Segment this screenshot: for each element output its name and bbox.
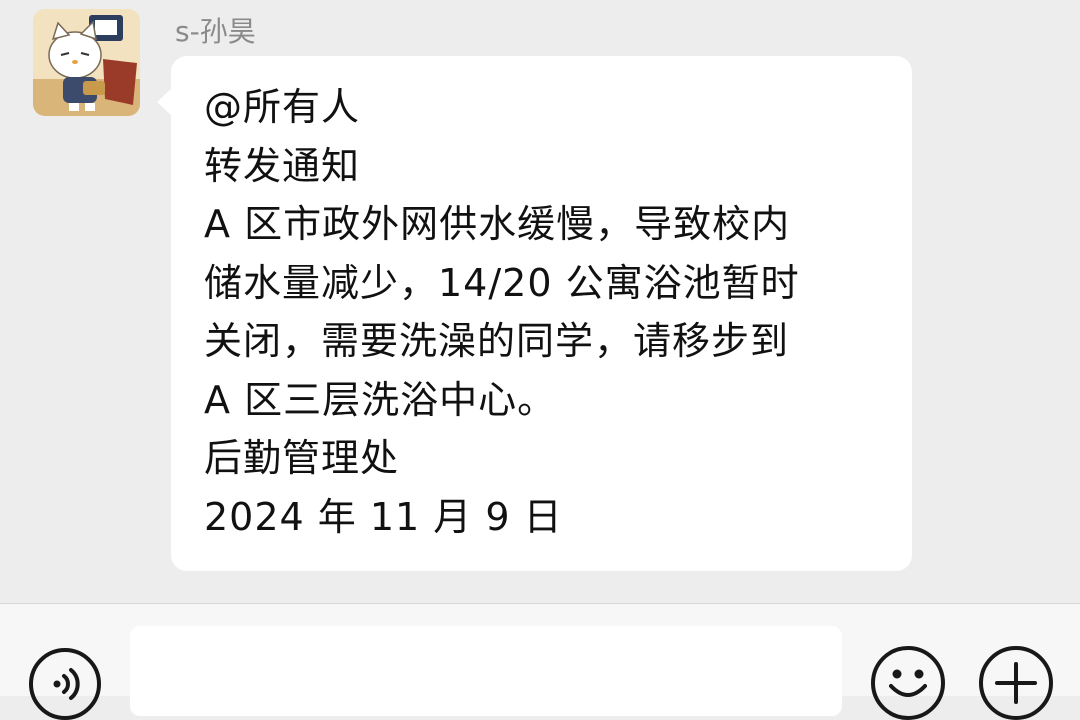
input-bar — [0, 604, 1080, 720]
more-button[interactable] — [979, 646, 1053, 720]
emoji-button[interactable] — [871, 646, 945, 720]
plus-icon — [995, 662, 1037, 704]
message-line: A 区市政外网供水缓慢，导致校内 — [204, 202, 791, 246]
chat-area: s-孙昊 @所有人 转发通知 A 区市政外网供水缓慢，导致校内 储水量减少，14… — [0, 0, 1080, 603]
message-bubble[interactable]: @所有人 转发通知 A 区市政外网供水缓慢，导致校内 储水量减少，14/20 公… — [157, 56, 912, 571]
message-line: 2024 年 11 月 9 日 — [204, 494, 563, 539]
voice-icon — [53, 668, 80, 700]
emoji-icon — [889, 669, 927, 697]
voice-button[interactable] — [29, 648, 101, 720]
message-input[interactable] — [130, 626, 842, 716]
sender-name: s-孙昊 — [175, 15, 256, 48]
message-line: 转发通知 — [204, 143, 361, 188]
cat-avatar-icon — [33, 9, 140, 116]
avatar[interactable] — [33, 9, 140, 116]
message-line: 关闭，需要洗澡的同学，请移步到 — [204, 319, 790, 363]
message-line: 储水量减少，14/20 公寓浴池暂时 — [204, 260, 800, 305]
message-line: 后勤管理处 — [204, 436, 400, 480]
message-line: @所有人 — [204, 85, 361, 129]
message-line: A 区三层洗浴中心。 — [204, 377, 557, 422]
